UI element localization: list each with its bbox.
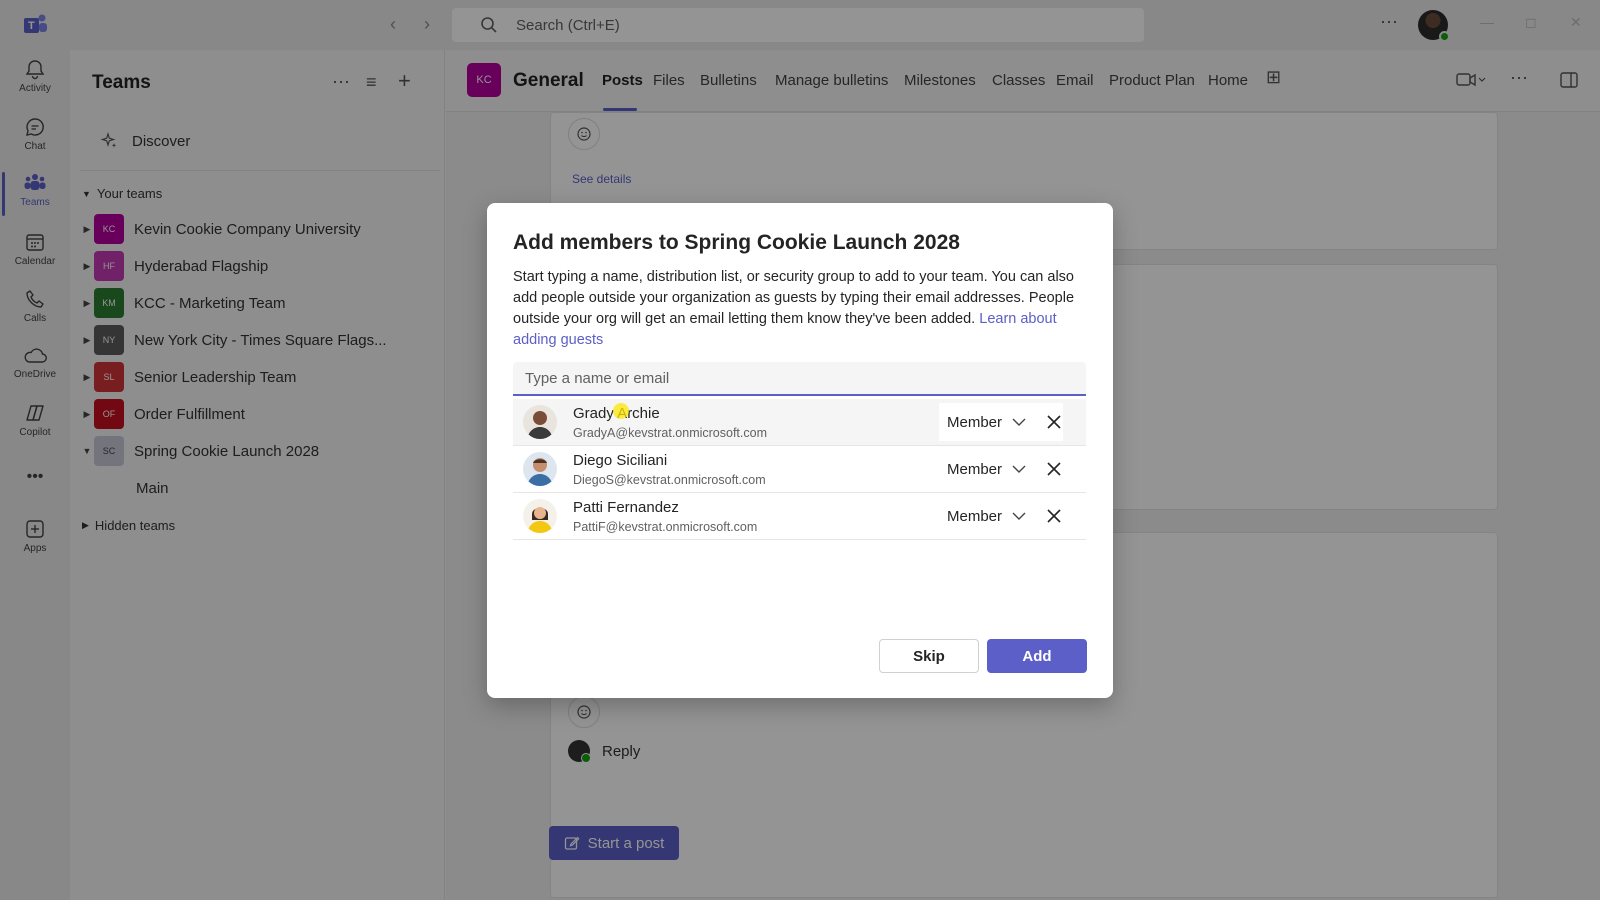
role-label: Member xyxy=(947,460,1003,478)
chevron-down-icon xyxy=(1012,465,1026,473)
close-icon xyxy=(1047,509,1061,523)
name-or-email-input[interactable]: Type a name or email xyxy=(513,362,1086,396)
close-icon xyxy=(1047,415,1061,429)
member-email: DiegoS@kevstrat.onmicrosoft.com xyxy=(573,473,766,487)
member-row: Grady Archie GradyA@kevstrat.onmicrosoft… xyxy=(513,399,1086,446)
member-row: Patti Fernandez PattiF@kevstrat.onmicros… xyxy=(513,493,1086,540)
member-row: Diego Siciliani DiegoS@kevstrat.onmicros… xyxy=(513,446,1086,493)
close-icon xyxy=(1047,462,1061,476)
avatar xyxy=(523,499,557,533)
member-email: PattiF@kevstrat.onmicrosoft.com xyxy=(573,520,758,534)
remove-member-button[interactable] xyxy=(1043,411,1065,433)
avatar xyxy=(523,405,557,439)
member-name: Diego Siciliani xyxy=(573,452,668,469)
chevron-down-icon xyxy=(1012,512,1026,520)
member-email: GradyA@kevstrat.onmicrosoft.com xyxy=(573,426,767,440)
role-label: Member xyxy=(947,507,1003,525)
chevron-down-icon xyxy=(1012,418,1026,426)
dialog-title: Add members to Spring Cookie Launch 2028 xyxy=(513,231,960,254)
remove-member-button[interactable] xyxy=(1043,458,1065,480)
input-placeholder: Type a name or email xyxy=(525,369,670,387)
add-members-dialog: Add members to Spring Cookie Launch 2028… xyxy=(487,203,1113,698)
cursor-highlight xyxy=(613,403,629,419)
avatar xyxy=(523,452,557,486)
add-button[interactable]: Add xyxy=(987,639,1087,673)
skip-button[interactable]: Skip xyxy=(879,639,979,673)
role-label: Member xyxy=(947,413,1003,431)
member-name: Patti Fernandez xyxy=(573,499,679,516)
remove-member-button[interactable] xyxy=(1043,505,1065,527)
dialog-description: Start typing a name, distribution list, … xyxy=(513,267,1083,351)
